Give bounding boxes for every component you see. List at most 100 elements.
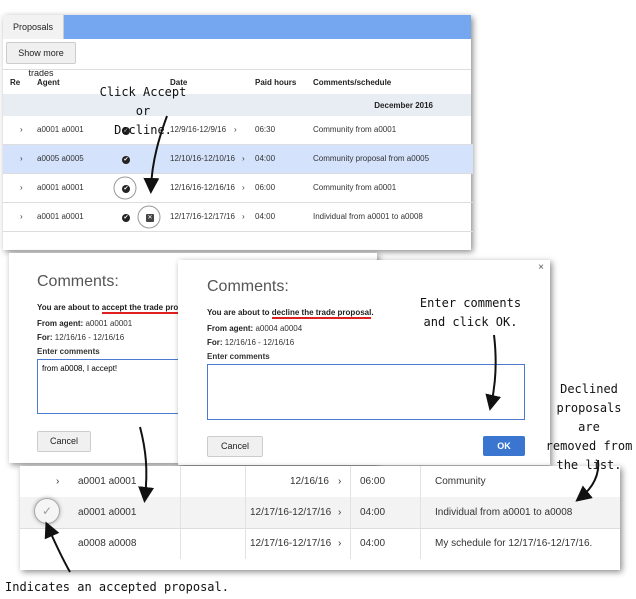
date-cell: 12/16/16 — [290, 476, 329, 487]
cancel-button[interactable]: Cancel — [207, 436, 263, 457]
annotation-line: Declined — [560, 382, 618, 396]
column-header-agent[interactable]: Agent — [37, 78, 60, 87]
comment-cell: Community — [435, 476, 486, 487]
column-divider — [180, 466, 181, 497]
from-label: From agent: — [207, 324, 254, 333]
comment-textarea[interactable] — [37, 359, 182, 414]
enter-comments-label: Enter comments — [37, 347, 100, 356]
comment-cell: Individual from a0001 to a0008 — [435, 507, 573, 518]
column-header-paid-hours[interactable]: Paid hours — [255, 78, 296, 87]
dialog-message: You are about to accept the trade propos… — [37, 303, 197, 314]
date-chevron-icon[interactable]: › — [338, 466, 341, 497]
decline-x-icon[interactable]: ✕ — [146, 203, 154, 231]
accept-check-icon[interactable]: ✔ — [122, 145, 130, 173]
dialog-message: You are about to decline the trade propo… — [207, 308, 374, 319]
annotation-line: Decline. — [114, 123, 172, 137]
comment-textarea[interactable] — [207, 364, 525, 420]
annotation-line: the list. — [556, 458, 622, 472]
agent-cell: a0005 a0005 — [37, 154, 84, 163]
for-line: For: 12/16/16 - 12/16/16 — [37, 333, 124, 342]
group-header: December 2016 — [3, 94, 471, 116]
ok-button[interactable]: OK — [483, 436, 525, 456]
expand-chevron-icon[interactable]: › — [20, 145, 23, 173]
proposals-panel: Proposals Show more trades Re Agent Date… — [3, 15, 473, 250]
agent-cell: a0008 a0008 — [78, 538, 137, 549]
proposals-header-bar — [3, 15, 471, 39]
from-label: From agent: — [37, 319, 84, 328]
enter-comments-annotation: Enter comments and click OK. — [413, 294, 528, 332]
date-chevron-icon[interactable]: › — [242, 203, 245, 231]
annotation-line: proposals are — [556, 401, 622, 434]
column-header-comments[interactable]: Comments/schedule — [313, 78, 391, 87]
table-row[interactable]: › a0001 a0001 ✔ ✕ 12/17/16-12/17/16 › 04… — [3, 203, 473, 232]
accept-check-icon[interactable]: ✔ — [122, 174, 130, 202]
annotation-line: Enter comments — [419, 296, 522, 310]
for-line: For: 12/16/16 - 12/16/16 — [207, 338, 294, 347]
date-cell: 12/17/16-12/17/16 — [250, 538, 332, 549]
table-row[interactable]: a0001 a0001 12/17/16-12/17/16 › 04:00 In… — [20, 497, 620, 529]
result-table: › a0001 a0001 12/16/16 › 06:00 Community… — [20, 466, 620, 570]
date-chevron-icon[interactable]: › — [338, 528, 341, 559]
show-more-trades-button[interactable]: Show more trades — [6, 42, 76, 78]
agent-cell: a0001 a0001 — [78, 476, 137, 487]
column-divider — [180, 497, 181, 528]
accepted-indicator-annotation: Indicates an accepted proposal. — [5, 580, 229, 594]
column-divider — [420, 466, 421, 497]
column-divider — [420, 528, 421, 559]
hours-cell: 04:00 — [360, 538, 386, 549]
enter-comments-label: Enter comments — [207, 352, 270, 361]
expand-chevron-icon[interactable]: › — [20, 174, 23, 202]
hours-cell: 06:30 — [255, 125, 276, 134]
tab-proposals[interactable]: Proposals — [3, 15, 65, 39]
for-label: For: — [207, 338, 223, 347]
hours-cell: 06:00 — [360, 476, 386, 487]
table-row-selected[interactable]: › a0005 a0005 ✔ 12/10/16-12/10/16 › 04:0… — [3, 145, 473, 174]
message-prefix: You are about to — [207, 308, 272, 317]
column-divider — [245, 528, 246, 559]
column-divider — [180, 528, 181, 559]
date-cell: 12/17/16-12/17/16 — [170, 212, 235, 221]
decline-comments-dialog: × Comments: You are about to decline the… — [178, 260, 550, 465]
date-chevron-icon[interactable]: › — [338, 497, 341, 528]
close-icon[interactable]: × — [538, 262, 544, 273]
table-row[interactable]: a0008 a0008 12/17/16-12/17/16 › 04:00 My… — [20, 528, 620, 559]
table-row[interactable]: › a0001 a0001 ✔ 12/9/16-12/9/16 › 06:30 … — [3, 116, 473, 145]
column-divider — [245, 466, 246, 497]
table-row[interactable]: › a0001 a0001 12/16/16 › 06:00 Community — [20, 466, 620, 498]
expand-chevron-icon[interactable]: › — [20, 203, 23, 231]
accepted-indicator-icon: ✓ — [34, 498, 60, 524]
message-suffix: . — [371, 308, 374, 317]
hours-cell: 06:00 — [255, 183, 276, 192]
table-header: Re Agent Date Paid hours Comments/schedu… — [3, 69, 471, 95]
for-value: 12/16/16 - 12/16/16 — [224, 338, 295, 347]
agent-cell: a0001 a0001 — [37, 183, 84, 192]
from-agent-line: From agent: a0001 a0001 — [37, 319, 132, 328]
group-label: December 2016 — [374, 101, 433, 110]
dialog-title: Comments: — [37, 273, 119, 290]
comment-cell: Community from a0001 — [313, 183, 397, 192]
expand-chevron-icon[interactable]: › — [56, 466, 59, 497]
column-header-re[interactable]: Re — [10, 78, 20, 87]
annotation-line: and click OK. — [423, 315, 518, 329]
date-chevron-icon[interactable]: › — [234, 116, 237, 144]
agent-cell: a0001 a0001 — [37, 212, 84, 221]
date-chevron-icon[interactable]: › — [242, 145, 245, 173]
cancel-button[interactable]: Cancel — [37, 431, 91, 452]
comment-cell: My schedule for 12/17/16-12/17/16. — [435, 538, 593, 549]
message-highlight: decline the trade proposal — [271, 308, 372, 319]
accept-check-icon[interactable]: ✔ — [122, 203, 130, 231]
message-prefix: You are about to — [37, 303, 102, 312]
column-divider — [420, 497, 421, 528]
column-divider — [350, 528, 351, 559]
expand-chevron-icon[interactable]: › — [20, 116, 23, 144]
from-value: a0004 a0004 — [255, 324, 303, 333]
date-chevron-icon[interactable]: › — [242, 174, 245, 202]
for-label: For: — [37, 333, 53, 342]
hours-cell: 04:00 — [255, 212, 276, 221]
hours-cell: 04:00 — [255, 154, 276, 163]
date-cell: 12/10/16-12/10/16 — [170, 154, 235, 163]
column-divider — [350, 497, 351, 528]
click-accept-annotation: Click Accept or Decline. — [93, 83, 193, 140]
date-cell: 12/17/16-12/17/16 — [250, 507, 332, 518]
table-row[interactable]: › a0001 a0001 ✔ 12/16/16-12/16/16 › 06:0… — [3, 174, 473, 203]
